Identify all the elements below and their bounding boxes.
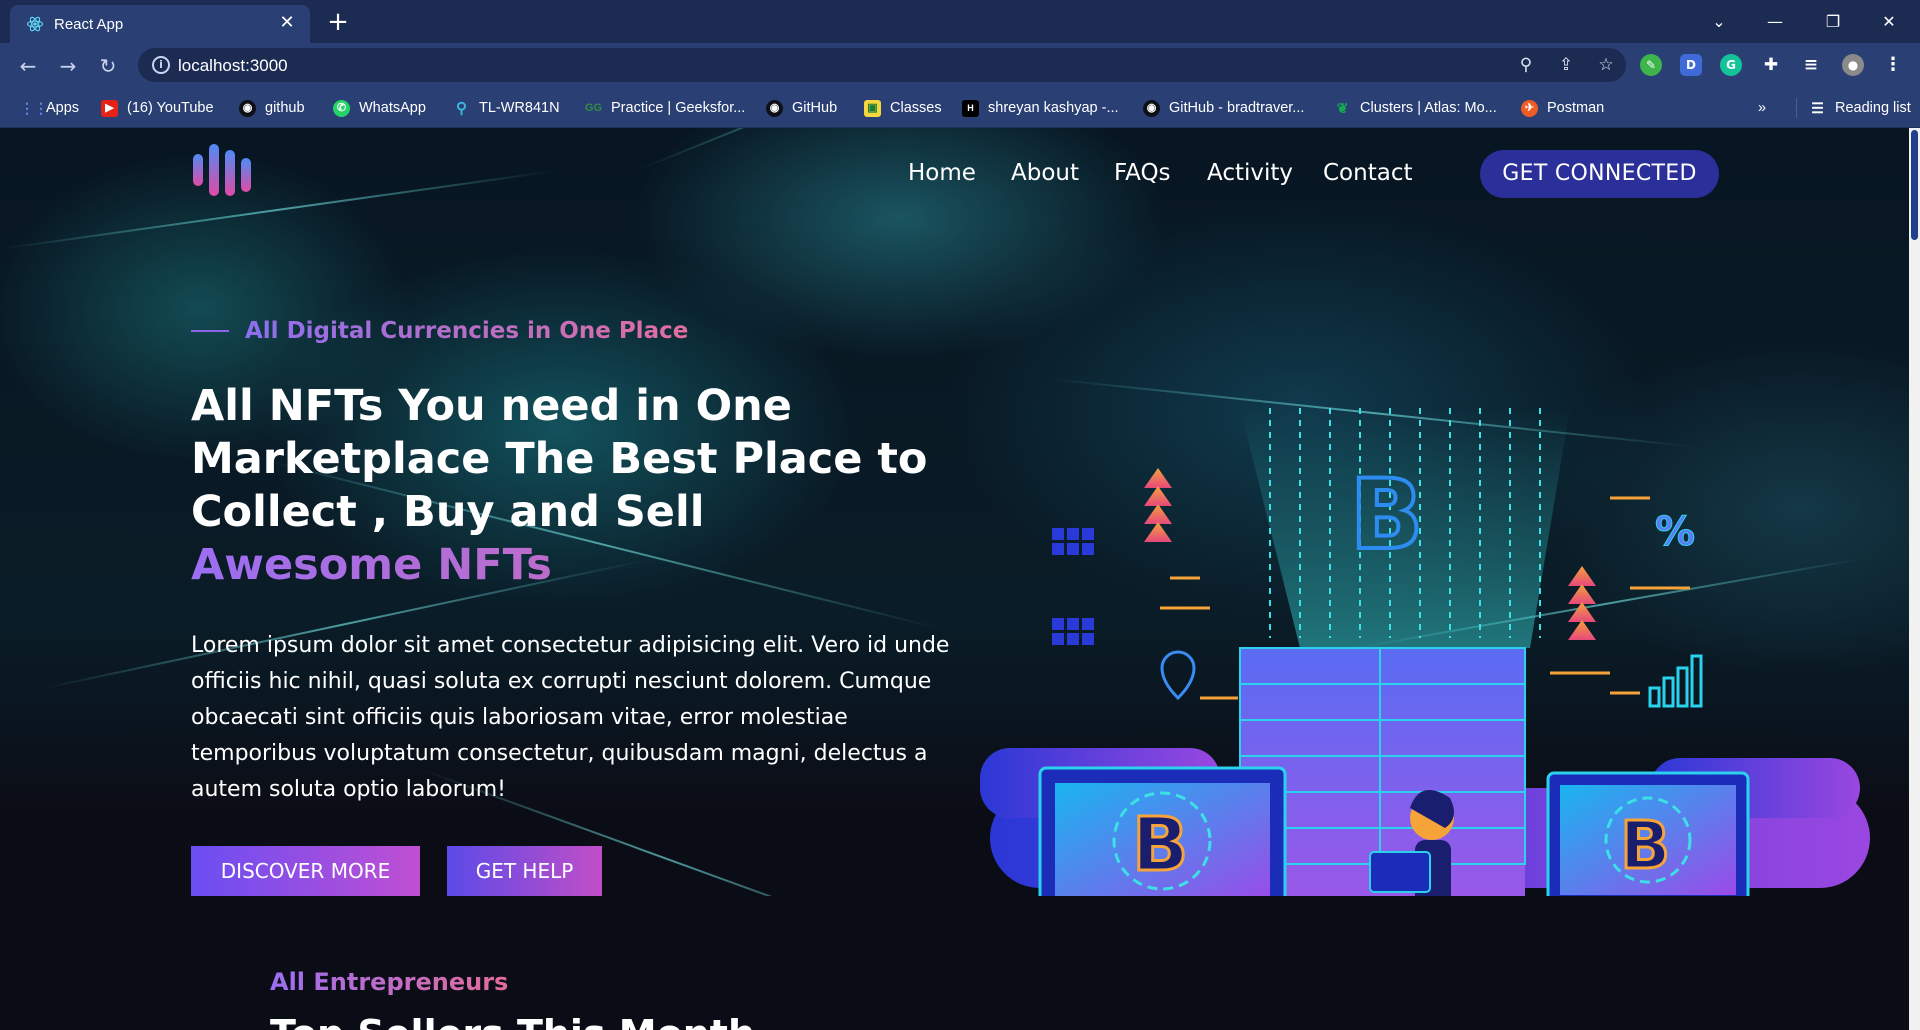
grid-squares [1052, 528, 1094, 645]
up-arrows-left [1144, 468, 1172, 542]
browser-toolbar: ← → ↻ i localhost:3000 ⚲ ⇪ ☆ ✎ D G ✚ ≡ ●… [0, 43, 1920, 87]
percent-symbol: % [1655, 509, 1695, 555]
share-icon[interactable]: ⇪ [1554, 53, 1578, 77]
browser-tab[interactable]: React App ✕ [10, 5, 310, 43]
media-control-icon[interactable]: ≡ [1800, 54, 1822, 76]
whatsapp-icon: ✆ [333, 99, 350, 117]
postman-icon: ✈ [1521, 99, 1538, 117]
bookmark-classes[interactable]: ▣ Classes [864, 98, 942, 118]
web-page: Home About FAQs Activity Contact GET CON… [0, 128, 1909, 1030]
bookmark-apps[interactable]: ⋮⋮ Apps [20, 98, 79, 118]
right-monitor-symbol: B [1620, 807, 1670, 884]
back-icon[interactable]: ← [14, 52, 42, 80]
eyebrow-line [191, 330, 229, 332]
bookmark-geeksforgeeks[interactable]: GG Practice | Geeksfor... [585, 98, 745, 118]
bookmark-youtube[interactable]: ▶ (16) YouTube [101, 98, 214, 118]
reload-icon[interactable]: ↻ [94, 52, 122, 80]
address-bar[interactable]: i localhost:3000 ⚲ ⇪ ☆ [138, 48, 1626, 82]
up-arrows-right [1568, 566, 1596, 640]
bookmark-postman[interactable]: ✈ Postman [1521, 98, 1604, 118]
restore-icon[interactable]: ❐ [1810, 6, 1856, 38]
discover-more-button[interactable]: DISCOVER MORE [191, 846, 420, 896]
grammarly-icon[interactable]: G [1720, 54, 1742, 76]
react-icon [26, 16, 44, 32]
bookmark-github-bradtraversy[interactable]: ◉ GitHub - bradtraver... [1143, 98, 1304, 118]
eyebrow-text: All Digital Currencies in One Place [245, 318, 689, 344]
browser-tab-strip: React App ✕ + ⌄ — ❐ ✕ [0, 0, 1920, 43]
get-help-button[interactable]: GET HELP [447, 846, 602, 896]
hero-headline: All NFTs You need in One Marketplace The… [191, 380, 981, 592]
bookmark-whatsapp[interactable]: ✆ WhatsApp [333, 98, 426, 118]
bookmark-mongodb-atlas[interactable]: ❦ Clusters | Atlas: Mo... [1334, 98, 1497, 118]
classroom-icon: ▣ [864, 99, 881, 117]
extension-d-icon[interactable]: D [1680, 54, 1702, 76]
bookmark-github-1[interactable]: ◉ github [239, 98, 305, 118]
nav-about[interactable]: About [1011, 160, 1079, 186]
router-icon: ⚲ [456, 99, 467, 117]
forward-icon[interactable]: → [54, 52, 82, 80]
bookmarks-bar: ⋮⋮ Apps ▶ (16) YouTube ◉ github ✆ WhatsA… [0, 87, 1920, 128]
hero-description: Lorem ipsum dolor sit amet consectetur a… [191, 633, 950, 802]
menu-kebab-icon[interactable]: ⋮ [1882, 54, 1904, 76]
section-title: Top Sellers This Month [270, 1012, 755, 1030]
close-tab-icon[interactable]: ✕ [276, 12, 298, 34]
site-logo[interactable] [191, 142, 261, 200]
section-subtitle: All Entrepreneurs [270, 968, 509, 996]
bg-streak [0, 170, 555, 250]
hero-eyebrow: All Digital Currencies in One Place [191, 318, 688, 344]
tab-search-icon[interactable]: ⌄ [1696, 6, 1742, 38]
bookmark-shreyan[interactable]: H shreyan kashyap -... [962, 98, 1119, 118]
url-text: localhost:3000 [178, 56, 288, 75]
extensions-puzzle-icon[interactable]: ✚ [1760, 54, 1782, 76]
github-icon: ◉ [239, 99, 256, 117]
extension-green-icon[interactable]: ✎ [1640, 54, 1662, 76]
site-info-icon[interactable]: i [152, 56, 170, 74]
reading-list-icon: ☰ [1811, 99, 1824, 116]
apps-grid-icon: ⋮⋮ [20, 99, 48, 116]
bookmark-tl-wr841n[interactable]: ⚲ TL-WR841N [453, 98, 560, 118]
page-scrollbar[interactable] [1909, 128, 1920, 1030]
github-icon: ◉ [1143, 99, 1160, 117]
tab-title: React App [54, 16, 124, 33]
left-monitor-symbol: B [1132, 802, 1188, 888]
headline-line-2: Marketplace The Best Place to [191, 434, 928, 484]
minimize-icon[interactable]: — [1752, 6, 1798, 38]
crypto-illustration: B B B % [980, 408, 1870, 896]
geeksforgeeks-icon: GG [585, 101, 603, 114]
mongodb-leaf-icon: ❦ [1336, 99, 1349, 116]
headline-line-1: All NFTs You need in One [191, 381, 792, 431]
nav-home[interactable]: Home [908, 160, 976, 186]
hero-bottom-area [0, 896, 1909, 1030]
bookmark-star-icon[interactable]: ☆ [1594, 53, 1618, 77]
get-connected-button[interactable]: GET CONNECTED [1480, 150, 1719, 198]
profile-avatar[interactable]: ● [1842, 54, 1864, 76]
bookmark-github-2[interactable]: ◉ GitHub [766, 98, 837, 118]
youtube-icon: ▶ [101, 99, 118, 117]
floating-currency-symbol: B [1350, 459, 1423, 571]
nav-activity[interactable]: Activity [1207, 160, 1293, 186]
headline-line-3: Collect , Buy and Sell [191, 487, 705, 537]
headline-accent: Awesome NFTs [191, 539, 981, 592]
hackerrank-icon: H [962, 99, 979, 117]
nav-faqs[interactable]: FAQs [1114, 160, 1171, 186]
nav-contact[interactable]: Contact [1323, 160, 1412, 186]
scrollbar-thumb[interactable] [1911, 130, 1918, 240]
location-pin [1160, 650, 1196, 701]
zoom-icon[interactable]: ⚲ [1514, 53, 1538, 77]
github-icon: ◉ [766, 99, 783, 117]
bookmarks-overflow-icon[interactable]: » [1758, 98, 1766, 118]
reading-list[interactable]: ☰ Reading list [1796, 98, 1911, 118]
bar-chart-glyph [1648, 654, 1703, 708]
new-tab-icon[interactable]: + [324, 9, 352, 37]
close-window-icon[interactable]: ✕ [1866, 6, 1912, 38]
